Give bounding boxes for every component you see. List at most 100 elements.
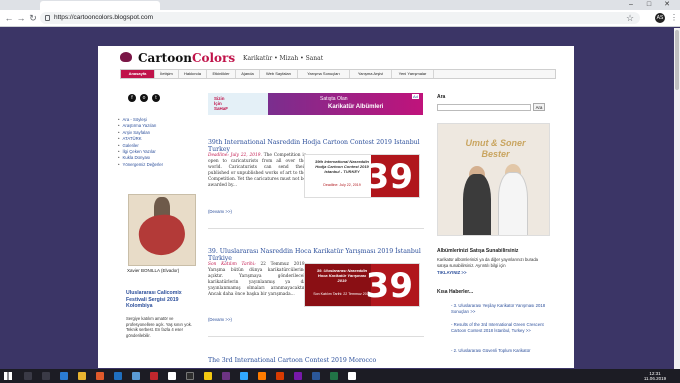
browser-menu-icon[interactable]: ⋮ — [670, 12, 678, 24]
browser-toolbar: ← → ↻ https://cartooncolors.blogspot.com… — [0, 10, 680, 27]
chrome-icon[interactable] — [204, 372, 212, 380]
post-deadline: Deadline: July 22, 2019. — [208, 153, 262, 158]
main-nav: Anasayfa İletişim Hakkında Etkinlikler A… — [120, 69, 556, 79]
ad-link[interactable]: TIKLAYINIZ >> — [437, 270, 466, 276]
nav-item-iletisim[interactable]: İletişim — [155, 70, 179, 78]
sidebar-post-text: Sergiye katılım amatör ve profesyoneller… — [126, 316, 192, 338]
logo-accent: Colors — [191, 51, 236, 65]
thumb-number: 39 — [365, 266, 413, 306]
featured-cartoon-image[interactable] — [128, 194, 196, 266]
post-title[interactable]: 39th International Nasreddin Hodja Carto… — [208, 139, 424, 153]
bookmark-star-icon[interactable]: ☆ — [626, 12, 634, 24]
folder-icon[interactable] — [78, 372, 86, 380]
ad-text: Karikatür albümlerinizi ya da diğer yayı… — [437, 257, 539, 268]
banner-ad[interactable]: Sizin İçin SaHaF Satışta Olan Karikatür … — [208, 93, 423, 115]
search-icon[interactable] — [24, 372, 32, 380]
site-logo[interactable]: CartoonColors — [138, 51, 235, 65]
read-more-link[interactable]: (Devamı >>) — [208, 209, 232, 214]
app-icon[interactable] — [222, 372, 230, 380]
sidebar-links: Ara - Söyleşi Araştırma Yazıları Arşiv S… — [118, 117, 198, 168]
blog-page: CartoonColors Karikatür • Mizah • Sanat … — [98, 46, 574, 368]
reload-icon[interactable]: ↻ — [28, 13, 38, 23]
nav-item-yeni-yarismalar[interactable]: Yeni Yarışmalar — [392, 70, 434, 78]
close-icon[interactable]: ✕ — [660, 0, 674, 10]
banner-left-text: Sizin İçin SaHaF — [214, 96, 228, 111]
search-input[interactable] — [437, 104, 531, 111]
store-icon[interactable] — [132, 372, 140, 380]
page-scrollbar[interactable] — [674, 28, 680, 369]
mail-icon[interactable] — [114, 372, 122, 380]
banner-left-line: SaHaF — [214, 106, 229, 111]
powerpoint-icon[interactable] — [276, 372, 284, 380]
post-title[interactable]: 39. Uluslararası Nasreddin Hoca Karikatü… — [208, 248, 424, 262]
ad-heading: Albümlerinizi Satışa Sunabilirsiniz — [437, 248, 519, 254]
forward-icon[interactable]: → — [16, 13, 26, 23]
person-body — [498, 172, 528, 235]
news-item[interactable]: - Results of the 3rd International Green… — [451, 322, 549, 334]
scrollbar-thumb[interactable] — [675, 30, 679, 90]
tab-strip: – □ ✕ — [0, 0, 680, 10]
notepad-icon[interactable] — [348, 372, 356, 380]
post-title[interactable]: The 3rd International Cartoon Contest 20… — [208, 357, 424, 364]
nav-item-anasayfa[interactable]: Anasayfa — [121, 70, 155, 78]
post-divider — [208, 228, 424, 229]
excel-icon[interactable] — [330, 372, 338, 380]
news-heading: Kısa Haberler... — [437, 289, 474, 295]
paint-icon[interactable] — [168, 372, 176, 380]
illustrator-icon[interactable] — [258, 372, 266, 380]
thumb-number: 39 — [365, 157, 413, 197]
sidebar-poster-ad[interactable]: Umut & Soner Bester — [437, 123, 550, 236]
search-heading: Ara — [437, 94, 446, 100]
thumb-subtitle: Deadline: July 22, 2019 — [323, 183, 361, 187]
logo-icon[interactable] — [120, 52, 132, 62]
nav-item-ajanda[interactable]: Ajanda — [236, 70, 260, 78]
nav-item-yarisma-arsivi[interactable]: Yarışma Arşivi — [350, 70, 392, 78]
nav-item-yarisma-sonuclari[interactable]: Yarışma Sonuçları — [298, 70, 350, 78]
taskbar-clock[interactable]: 12:31 11.06.2019 — [640, 371, 670, 381]
instagram-icon[interactable]: o — [140, 94, 148, 102]
profile-avatar[interactable]: AS — [655, 13, 665, 23]
logo-main: Cartoon — [138, 51, 192, 65]
ad-choices-icon[interactable]: Ad — [412, 94, 419, 99]
start-icon[interactable] — [4, 372, 12, 380]
post-thumbnail[interactable]: 39th International Nasreddin Hodja Carto… — [304, 154, 420, 198]
thumb-subtitle: Son Katılım Tarihi: 22 Temmuz 2019 — [313, 292, 371, 296]
site-header: CartoonColors Karikatür • Mizah • Sanat — [98, 46, 574, 67]
banner-title: Karikatür Albümleri — [328, 104, 384, 110]
app-icon[interactable] — [186, 372, 194, 380]
facebook-icon[interactable]: f — [128, 94, 136, 102]
minimize-icon[interactable]: – — [624, 0, 638, 10]
address-bar[interactable]: https://cartooncolors.blogspot.com ☆ — [40, 12, 640, 24]
windows-taskbar: 12:31 11.06.2019 — [0, 369, 680, 383]
edge-icon[interactable] — [60, 372, 68, 380]
post-excerpt: Son Katılım Tarihi: 22 Temmuz 2019. Yarı… — [208, 262, 306, 299]
post-body: 22 Temmuz 2019. Yarışma bütün dünya kari… — [208, 262, 306, 298]
nav-item-etkinlikler[interactable]: Etkinlikler — [207, 70, 236, 78]
word-icon[interactable] — [312, 372, 320, 380]
news-item[interactable]: - 2. Uluslararası Güvenli Toplum Karikat… — [451, 348, 549, 354]
banner-subtitle: Satışta Olan — [320, 96, 348, 102]
search-button[interactable]: Ara — [533, 103, 545, 111]
nav-item-hakkinda[interactable]: Hakkında — [179, 70, 207, 78]
lock-icon — [45, 15, 50, 21]
poster-title: Umut & Soner Bester — [465, 138, 526, 159]
twitter-icon[interactable]: t — [152, 94, 160, 102]
sidebar-link[interactable]: Yönergemiz Değerler — [118, 162, 198, 168]
acrobat-icon[interactable] — [150, 372, 158, 380]
post-thumbnail[interactable]: 39. Uluslararası Nasreddin Hoca Karikatü… — [304, 263, 420, 307]
clock-date: 11.06.2019 — [643, 376, 667, 381]
task-view-icon[interactable] — [42, 372, 50, 380]
browser-tab[interactable] — [40, 1, 160, 10]
news-item[interactable]: - 3. Uluslararası Yeşilay Karikatür Yarı… — [451, 303, 549, 315]
thumb-title: 39th International Nasreddin Hodja Carto… — [314, 159, 369, 174]
sidebar-post-heading[interactable]: Uluslararası Calicomix Festivali Sergisi… — [126, 290, 198, 310]
back-icon[interactable]: ← — [4, 13, 14, 23]
read-more-link[interactable]: (Devamı >>) — [208, 317, 232, 322]
maximize-icon[interactable]: □ — [642, 0, 656, 10]
post-excerpt: Deadline: July 22, 2019. The Competition… — [208, 153, 306, 190]
firefox-icon[interactable] — [96, 372, 104, 380]
onenote-icon[interactable] — [294, 372, 302, 380]
image-caption: Xavier BONILLA (Elvador) — [127, 268, 180, 273]
photoshop-icon[interactable] — [240, 372, 248, 380]
nav-item-web-sayfalari[interactable]: Web Sayfaları — [260, 70, 298, 78]
